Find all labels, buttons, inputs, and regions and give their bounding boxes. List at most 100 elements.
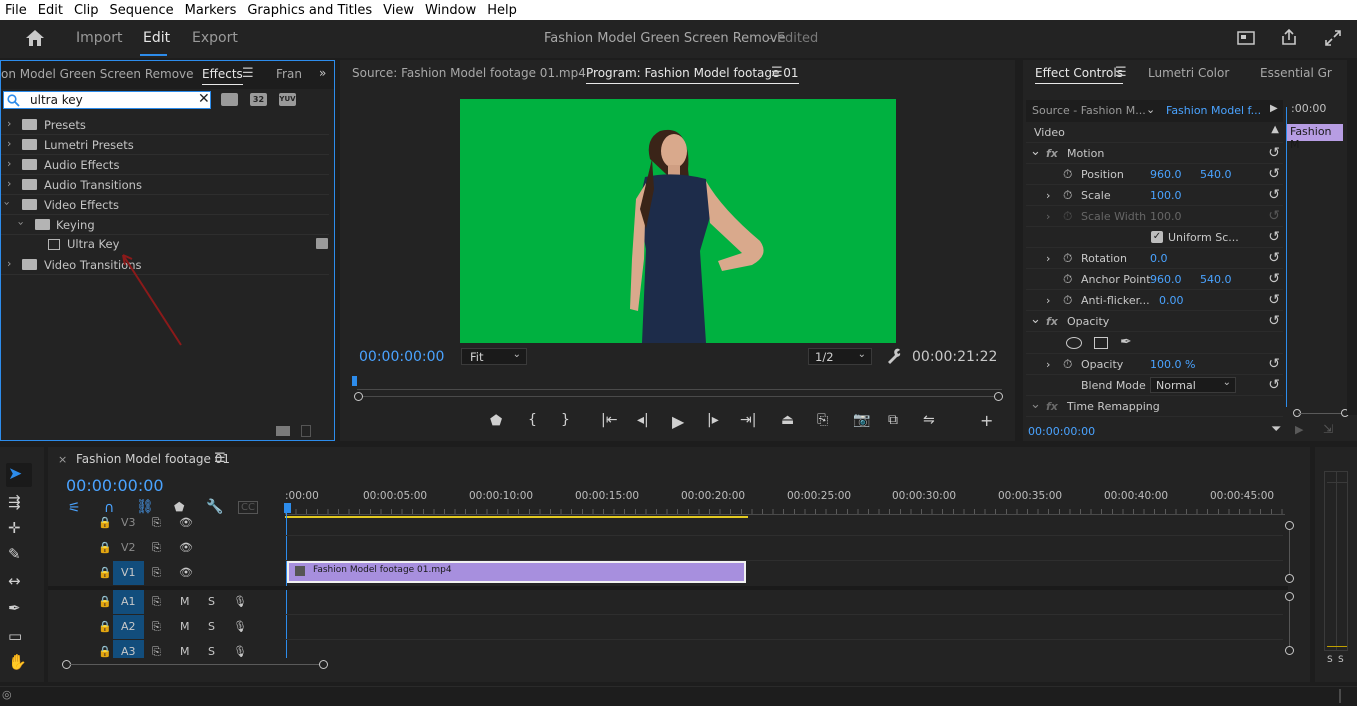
accelerated-effects-icon[interactable] [221,93,238,106]
program-menu-icon[interactable]: ☰ [771,65,783,80]
track-lanes[interactable]: Fashion Model footage 01.mp4 [285,511,1283,658]
ec-scale-value[interactable]: 100.0 [1150,189,1182,202]
ec-rotation-value[interactable]: 0.0 [1150,252,1168,265]
chevron-down-icon[interactable]: ⌄ [1030,144,1041,159]
mute-button[interactable]: M [180,595,190,608]
solo-button[interactable]: S [208,620,215,633]
sequence-tab[interactable]: Fashion Model footage 01 [76,452,230,466]
button-editor-icon[interactable]: + [980,411,993,430]
ec-vertical-scrollbar[interactable] [1347,60,1357,415]
tree-item-lumetri-presets[interactable]: › Lumetri Presets [1,135,329,155]
lock-icon[interactable]: 🔒 [98,566,112,579]
eye-icon[interactable]: 👁 [179,541,193,554]
reset-icon[interactable]: ↺ [1268,145,1280,161]
sync-lock-icon[interactable]: ⎘ [152,566,161,580]
step-forward-icon[interactable]: |▸ [707,412,719,428]
video-scroll-track[interactable] [1289,530,1290,575]
video-frame[interactable] [460,99,896,343]
reset-icon[interactable]: ↺ [1268,292,1280,308]
menu-file[interactable]: File [0,3,32,18]
timeline-timecode[interactable]: 00:00:00:00 [66,476,164,495]
chevron-right-icon[interactable]: › [7,137,11,150]
tab-effects[interactable]: Effects [202,67,243,85]
chevron-right-icon[interactable]: › [1046,358,1050,371]
close-sequence-icon[interactable]: × [58,453,67,466]
track-label[interactable]: A2 [121,620,136,633]
rectangle-mask-icon[interactable] [1094,337,1108,349]
video-scroll-handle-top[interactable] [1285,521,1294,530]
ec-opacity-value[interactable]: 100.0 % [1150,358,1195,371]
tree-item-audio-effects[interactable]: › Audio Effects [1,155,329,175]
menu-edit[interactable]: Edit [33,3,68,18]
ec-position-y[interactable]: 540.0 [1200,168,1232,181]
mark-out-icon[interactable]: } [561,412,570,428]
h-scroll-handle-right[interactable] [319,660,328,669]
collapse-up-icon[interactable]: ▲ [1271,124,1279,135]
tab-import[interactable]: Import [76,30,122,46]
tab-lumetri-color[interactable]: Lumetri Color [1148,66,1229,80]
play-icon[interactable]: ▶ [672,412,684,431]
ellipse-mask-icon[interactable] [1066,337,1082,349]
lock-icon[interactable]: 🔒 [98,645,112,658]
solo-button[interactable]: S [208,645,215,658]
mute-button[interactable]: M [180,620,190,633]
track-label[interactable]: A1 [121,595,136,608]
chevron-down-icon[interactable]: ⌄ [1030,397,1041,412]
razor-tool-icon[interactable]: ✎ [8,545,21,563]
chevron-down-icon[interactable]: ⌄ [1146,103,1155,116]
microphone-icon[interactable]: 🎙 [233,595,247,608]
tab-project[interactable]: on Model Green Screen Remove [1,67,194,81]
clip-selector[interactable]: Fashion Model f... [1166,104,1261,117]
zoom-scrollbar[interactable] [357,396,1002,397]
ec-clip-chip[interactable]: Fashion M [1287,124,1343,151]
track-label[interactable]: V2 [121,541,136,554]
ec-motion-row[interactable]: ⌄ fx Motion ↺ [1026,143,1283,164]
go-to-in-icon[interactable]: |⇤ [601,412,617,428]
sync-lock-icon[interactable]: ⎘ [152,595,161,609]
effects-search-field[interactable]: ultra key ✕ [3,91,211,109]
add-marker-icon[interactable]: ⬟ [490,413,502,429]
tab-essential-graphics[interactable]: Essential Gr [1260,66,1332,80]
solo-button[interactable]: S [208,595,215,608]
audio-scroll-handle-top[interactable] [1285,592,1294,601]
solo-left-button[interactable]: S [1327,655,1333,665]
eye-icon[interactable]: 👁 [179,516,193,529]
sync-lock-icon[interactable]: ⎘ [152,516,161,530]
extract-icon[interactable]: ⎘ [817,412,828,428]
menu-sequence[interactable]: Sequence [105,3,179,18]
menu-view[interactable]: View [378,3,419,18]
menu-window[interactable]: Window [420,3,481,18]
chevron-down-icon[interactable]: › [15,221,28,225]
track-select-tool-icon[interactable]: ⇶ [8,493,21,511]
sync-lock-icon[interactable]: ⎘ [152,620,161,634]
more-tabs-icon[interactable]: » [319,66,326,80]
stopwatch-icon[interactable]: ⏱ [1063,272,1072,287]
playhead[interactable] [352,376,357,386]
reset-icon[interactable]: ↺ [1268,313,1280,329]
tab-frames[interactable]: Fran [276,67,302,81]
ec-bottom-timecode[interactable]: 00:00:00:00 [1028,425,1095,438]
status-icon[interactable]: ◎ [2,688,12,701]
mute-button[interactable]: M [180,645,190,658]
chevron-right-icon[interactable]: › [1046,252,1050,265]
reset-icon[interactable]: ↺ [1268,250,1280,266]
fullscreen-icon[interactable] [1324,29,1342,47]
filter-icon[interactable]: ⏷ [1271,422,1281,437]
pen-tool-icon[interactable]: ✒ [8,599,21,617]
yuv-effects-icon[interactable]: YUV [279,93,296,106]
ec-anchor-y[interactable]: 540.0 [1200,273,1232,286]
32bit-effects-icon[interactable]: 32 [250,93,267,106]
ec-position-x[interactable]: 960.0 [1150,168,1182,181]
ec-anchor-x[interactable]: 960.0 [1150,273,1182,286]
ec-zoom-scrollbar[interactable] [1293,409,1349,417]
zoom-select[interactable]: Fit ⌄ [461,348,527,365]
ec-antiflicker-value[interactable]: 0.00 [1159,294,1184,307]
eye-icon[interactable]: 👁 [179,566,193,579]
stopwatch-icon[interactable]: ⏱ [1063,293,1072,308]
stopwatch-icon[interactable]: ⏱ [1063,251,1072,266]
selection-tool-icon[interactable]: ➤ [8,464,22,484]
clear-search-icon[interactable]: ✕ [198,91,210,107]
track-label[interactable]: V1 [121,566,136,579]
chevron-right-icon[interactable]: › [7,257,11,270]
chevron-right-icon[interactable]: › [7,157,11,170]
